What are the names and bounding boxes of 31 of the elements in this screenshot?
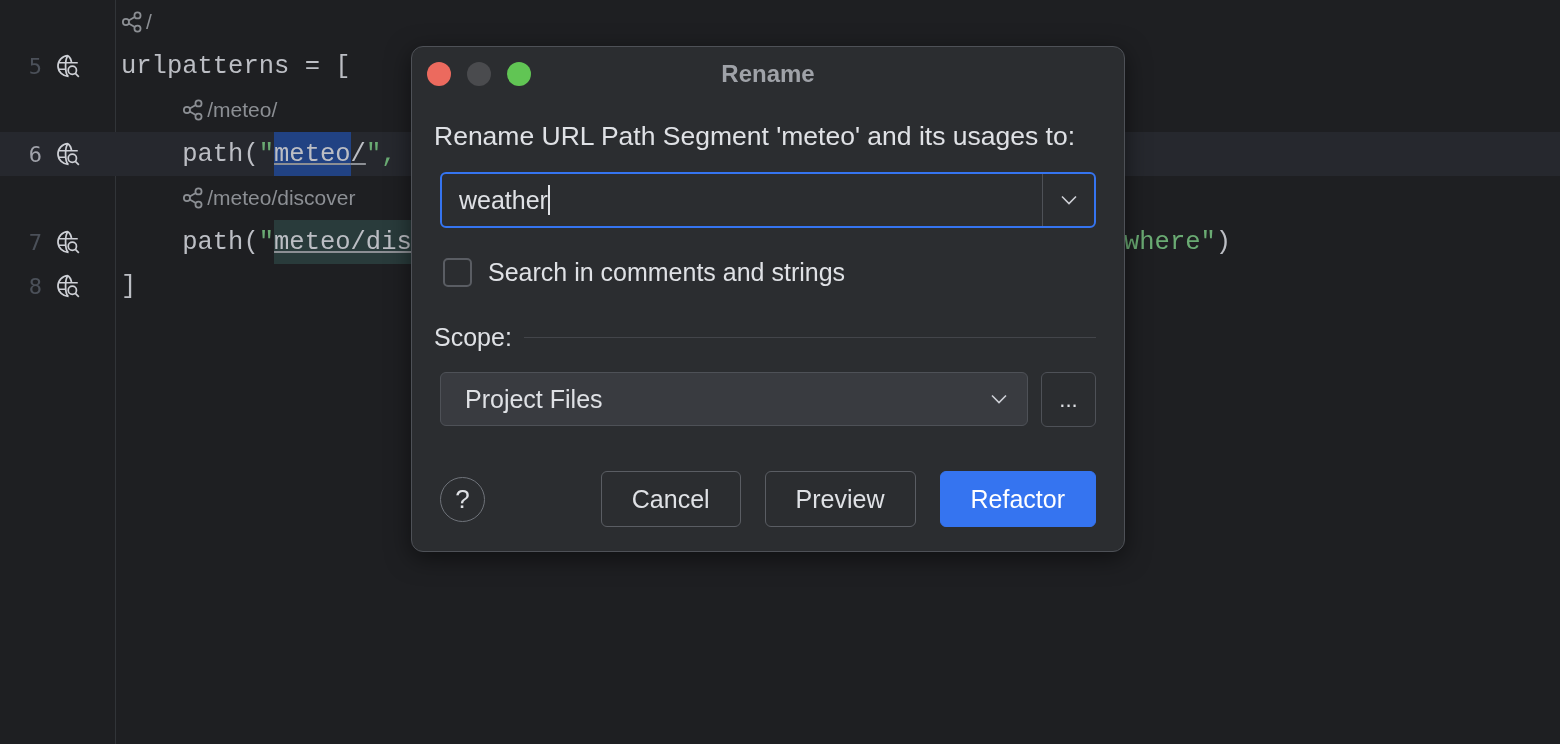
share-icon: [182, 187, 205, 209]
dialog-title: Rename: [721, 60, 815, 88]
scope-label: Scope:: [434, 323, 512, 352]
globe-search-icon[interactable]: [55, 273, 81, 299]
chevron-down-icon: [991, 394, 1007, 404]
code-line: urlpatterns = [: [121, 50, 351, 83]
code-line: path("meteo/dis: [121, 220, 412, 264]
code-line: ]: [121, 270, 137, 303]
share-icon: [121, 11, 143, 33]
line-number: 6: [27, 141, 42, 167]
dialog-button[interactable]: Cancel: [600, 471, 741, 527]
globe-search-icon[interactable]: [55, 53, 81, 79]
share-icon: [182, 99, 205, 121]
dialog-button[interactable]: Refactor: [939, 471, 1096, 527]
checkbox-label[interactable]: Search in comments and strings: [488, 258, 846, 287]
code-line: path("meteo/",: [121, 132, 397, 176]
name-field[interactable]: weather: [440, 172, 1096, 228]
url-hint[interactable]: /meteo/discover: [207, 186, 356, 210]
browse-button[interactable]: ...: [1041, 372, 1096, 427]
chevron-down-icon[interactable]: [1061, 195, 1077, 205]
checkbox[interactable]: [443, 258, 472, 287]
url-hint[interactable]: /: [146, 10, 152, 34]
close-button[interactable]: [427, 62, 451, 86]
globe-search-icon[interactable]: [55, 141, 81, 167]
scope-dropdown[interactable]: Project Files: [440, 372, 1028, 426]
zoom-button[interactable]: [507, 62, 531, 86]
globe-search-icon[interactable]: [55, 229, 81, 255]
code-line: where"): [1124, 226, 1232, 259]
prompt-label: Rename URL Path Segment 'meteo' and its usages to:: [434, 121, 1076, 152]
url-hint[interactable]: /meteo/: [207, 98, 278, 122]
dialog-button[interactable]: Preview: [764, 471, 916, 527]
